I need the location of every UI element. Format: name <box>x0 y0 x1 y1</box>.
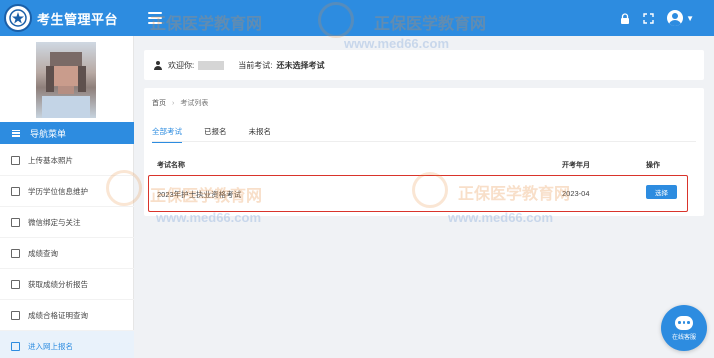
exam-year-month-cell: 2023-04 <box>562 189 590 198</box>
sidebar-item-online-registration[interactable]: 进入网上报名 <box>0 331 134 358</box>
sidebar-item-certificate-query[interactable]: 成绩合格证明查询 <box>0 300 134 331</box>
sidebar-item-score-query[interactable]: 成绩查询 <box>0 238 134 269</box>
app-title: 考生管理平台 <box>37 11 119 27</box>
certificate-icon <box>11 310 20 320</box>
sidebar: 导航菜单 上传基本照片 学历学位信息维护 微信绑定与关注 成绩查询 获取成绩分析… <box>0 36 134 358</box>
image-icon <box>11 155 20 165</box>
menu-toggle-icon[interactable] <box>148 12 162 24</box>
menu-icon <box>12 129 20 137</box>
column-header-name: 考试名称 <box>157 162 185 169</box>
chevron-right-icon: › <box>172 99 175 107</box>
sidebar-item-label: 微信绑定与关注 <box>28 217 81 227</box>
sidebar-item-label: 学历学位信息维护 <box>28 186 88 196</box>
lock-icon[interactable] <box>620 12 630 24</box>
chat-label: 在线客服 <box>671 334 696 341</box>
platform-logo-icon <box>4 4 32 32</box>
sidebar-item-wechat-binding[interactable]: 微信绑定与关注 <box>0 207 134 238</box>
fullscreen-icon[interactable] <box>643 12 654 24</box>
caret-down-icon: ▼ <box>686 13 694 23</box>
send-icon <box>11 341 20 351</box>
greeting-label: 欢迎你: <box>168 60 195 70</box>
wechat-icon <box>11 217 20 227</box>
username-masked <box>198 60 225 70</box>
exam-name-cell: 2023年护士执业资格考试 <box>157 190 242 199</box>
breadcrumb: 首页 › 考试列表 <box>152 98 208 108</box>
report-icon <box>11 279 20 289</box>
sidebar-item-label: 上传基本照片 <box>28 155 73 165</box>
chat-bubble-icon <box>675 315 693 330</box>
sidebar-item-label: 进入网上报名 <box>28 341 73 351</box>
watermark-url: www.med66.com <box>344 36 449 51</box>
column-header-action: 操作 <box>646 162 660 169</box>
profile-photo <box>36 42 96 118</box>
sidebar-item-education-info[interactable]: 学历学位信息维护 <box>0 176 134 207</box>
breadcrumb-home[interactable]: 首页 <box>152 98 166 108</box>
user-avatar-icon <box>667 10 684 26</box>
id-card-icon <box>11 186 20 196</box>
top-bar: 考生管理平台 ▼ <box>0 0 714 36</box>
sidebar-item-label: 成绩合格证明查询 <box>28 310 88 320</box>
document-icon <box>11 248 20 258</box>
column-header-year-month: 开考年月 <box>562 162 590 169</box>
current-exam-value: 还未选择考试 <box>276 60 325 70</box>
current-exam-label: 当前考试: <box>238 60 273 70</box>
sidebar-item-label: 成绩查询 <box>28 248 58 258</box>
user-menu[interactable]: ▼ <box>667 10 694 26</box>
brand: 考生管理平台 <box>0 0 134 36</box>
user-icon <box>154 60 162 70</box>
online-support-button[interactable]: 在线客服 <box>661 305 707 351</box>
nav-menu-header: 导航菜单 <box>0 122 134 144</box>
nav-title: 导航菜单 <box>30 128 67 139</box>
breadcrumb-current: 考试列表 <box>180 100 209 107</box>
tabs-divider <box>152 141 696 142</box>
sidebar-item-score-report[interactable]: 获取成绩分析报告 <box>0 269 134 300</box>
welcome-bar: 欢迎你: 当前考试: 还未选择考试 <box>144 50 704 80</box>
select-exam-button[interactable]: 选择 <box>646 185 677 199</box>
exam-list-card: 首页 › 考试列表 全部考试 已报名 未报名 考试名称 开考年月 操作 2023… <box>144 88 704 216</box>
sidebar-item-label: 获取成绩分析报告 <box>28 279 88 289</box>
sidebar-item-upload-photo[interactable]: 上传基本照片 <box>0 145 134 176</box>
